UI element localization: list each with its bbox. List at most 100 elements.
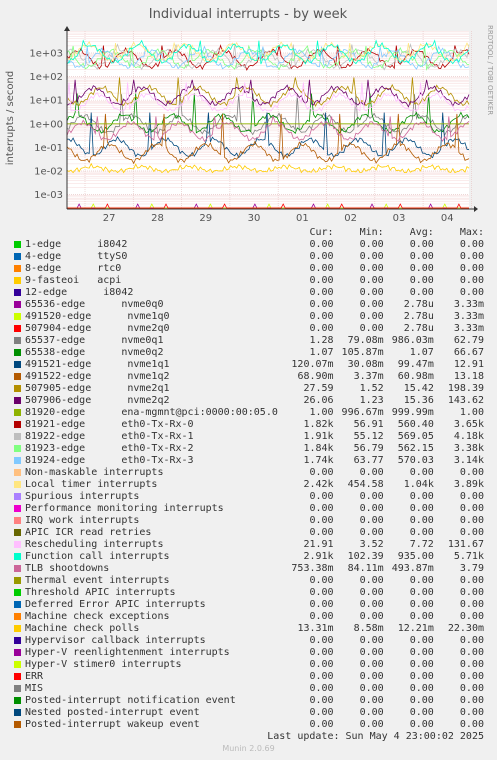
legend-label: 81924-edge eth0-Tx-Rx-3: [25, 455, 194, 466]
legend-max: 0.00: [459, 239, 484, 250]
legend-label: Deferred Error APIC interrupts: [25, 599, 206, 610]
legend-max: 0.00: [459, 491, 484, 502]
generator: Munin 2.0.69: [222, 744, 275, 753]
legend-swatch: [14, 673, 21, 680]
legend-row: IRQ work interrupts 0.00 0.00 0.00 0.00: [14, 515, 484, 527]
chart: Individual interrupts - by week RRDTOOL …: [0, 0, 497, 225]
legend-cur: 1.74k: [303, 455, 334, 466]
legend-avg: 0.00: [409, 671, 434, 682]
legend-min: 0.00: [359, 527, 384, 538]
legend-min: 3.37m: [353, 371, 384, 382]
legend-row: Machine check polls 13.31m 8.58m 12.21m 22.3…: [14, 623, 484, 635]
x-tick-label: 29: [199, 213, 212, 224]
legend-swatch: [14, 565, 21, 572]
legend-min: 0.00: [359, 611, 384, 622]
legend-row: Machine check exceptions 0.00 0.00 0.00 0.00: [14, 611, 484, 623]
legend-cur: 1.84k: [303, 443, 334, 454]
legend-max: 198.39: [447, 383, 484, 394]
legend-row: 81920-edge ena-mgmnt@pci:0000:00:05.0 1.0…: [14, 407, 484, 419]
legend-max: 0.00: [459, 467, 484, 478]
legend-max: 5.71k: [453, 551, 484, 562]
legend-cur: 1.28: [309, 335, 334, 346]
legend-cur: 0.00: [309, 599, 334, 610]
legend-max: 0.00: [459, 251, 484, 262]
legend-swatch: [14, 589, 21, 596]
legend-swatch: [14, 553, 21, 560]
legend-row: Deferred Error APIC interrupts 0.00 0.00 0.…: [14, 599, 484, 611]
legend-min: 0.00: [359, 575, 384, 586]
legend-cur: 0.00: [309, 311, 334, 322]
legend-min: 0.00: [359, 287, 384, 298]
legend-swatch: [14, 457, 21, 464]
legend-swatch: [14, 409, 21, 416]
legend-row: 8-edge rtc0 0.00 0.00 0.00 0.00: [14, 263, 484, 275]
legend-row: 81924-edge eth0-Tx-Rx-3 1.74k 63.77 570.03 3…: [14, 455, 484, 467]
legend-label: 1-edge i8042: [25, 239, 128, 250]
legend-avg: 0.00: [409, 287, 434, 298]
legend-avg: 0.00: [409, 239, 434, 250]
legend-row: ERR 0.00 0.00 0.00 0.00: [14, 671, 484, 683]
legend-avg: 562.15: [397, 443, 434, 454]
legend-max: 62.79: [453, 335, 484, 346]
legend-min: 0.00: [359, 275, 384, 286]
legend-avg: 0.00: [409, 515, 434, 526]
legend-avg: 0.00: [409, 599, 434, 610]
legend-avg: 0.00: [409, 707, 434, 718]
legend-row: 491520-edge nvme1q0 0.00 0.00 2.78u 3.33m: [14, 311, 484, 323]
legend-avg: 7.72: [409, 539, 434, 550]
legend-label: 65536-edge nvme0q0: [25, 299, 164, 310]
legend-swatch: [14, 709, 21, 716]
legend-max: 0.00: [459, 587, 484, 598]
legend-avg: 12.21m: [397, 623, 434, 634]
legend-max: 3.38k: [453, 443, 484, 454]
y-tick-label: 1e+02: [29, 72, 63, 83]
legend-avg: 0.00: [409, 647, 434, 658]
legend-cur: 0.00: [309, 299, 334, 310]
legend-avg: 0.00: [409, 527, 434, 538]
legend-avg: 1.07: [409, 347, 434, 358]
legend-max: 4.18k: [453, 431, 484, 442]
x-tick-label: 02: [344, 213, 357, 224]
legend-swatch: [14, 421, 21, 428]
legend-label: Posted-interrupt notification event: [25, 695, 236, 706]
x-tick-label: 30: [248, 213, 261, 224]
legend-min: 0.00: [359, 299, 384, 310]
legend-label: Rescheduling interrupts: [25, 539, 164, 550]
legend-swatch: [14, 277, 21, 284]
legend-avg: 0.00: [409, 251, 434, 262]
legend-swatch: [14, 361, 21, 368]
legend-label: 491520-edge nvme1q0: [25, 311, 170, 322]
legend-max: 13.18: [453, 371, 484, 382]
legend-swatch: [14, 601, 21, 608]
legend-label: Hyper-V reenlightenment interrupts: [25, 647, 230, 658]
legend-label: Nested posted-interrupt event: [25, 707, 200, 718]
legend: Cur: Min: Avg: Max: 1-edge i8042 0.00 0.00…: [14, 227, 484, 731]
chart-title: Individual interrupts - by week: [149, 7, 348, 22]
x-tick-label: 04: [441, 213, 454, 224]
legend-row: MIS 0.00 0.00 0.00 0.00: [14, 683, 484, 695]
y-tick-label: 1e+03: [29, 49, 63, 60]
legend-max: 0.00: [459, 599, 484, 610]
legend-swatch: [14, 397, 21, 404]
legend-min: 0.00: [359, 599, 384, 610]
legend-min: 0.00: [359, 719, 384, 730]
legend-max: 0.00: [459, 515, 484, 526]
legend-cur: 26.06: [303, 395, 334, 406]
legend-cur: 120.07m: [291, 359, 334, 370]
x-tick-label: 27: [103, 213, 116, 224]
legend-label: MIS: [25, 683, 44, 694]
legend-label: 81923-edge eth0-Tx-Rx-2: [25, 443, 194, 454]
legend-max: 1.00: [459, 407, 484, 418]
legend-max: 3.33m: [453, 311, 484, 322]
legend-label: 81921-edge eth0-Tx-Rx-0: [25, 419, 194, 430]
legend-max: 3.33m: [453, 299, 484, 310]
legend-swatch: [14, 445, 21, 452]
legend-min: 0.00: [359, 707, 384, 718]
legend-swatch: [14, 493, 21, 500]
legend-avg: 15.36: [403, 395, 434, 406]
legend-swatch: [14, 337, 21, 344]
legend-row: 81922-edge eth0-Tx-Rx-1 1.91k 55.12 569.05 4…: [14, 431, 484, 443]
legend-label: Machine check polls: [25, 623, 140, 634]
legend-row: TLB shootdowns 753.38m 84.11m 493.87m 3.79: [14, 563, 484, 575]
legend-row: 65538-edge nvme0q2 1.07 105.87m 1.07 66.67: [14, 347, 484, 359]
